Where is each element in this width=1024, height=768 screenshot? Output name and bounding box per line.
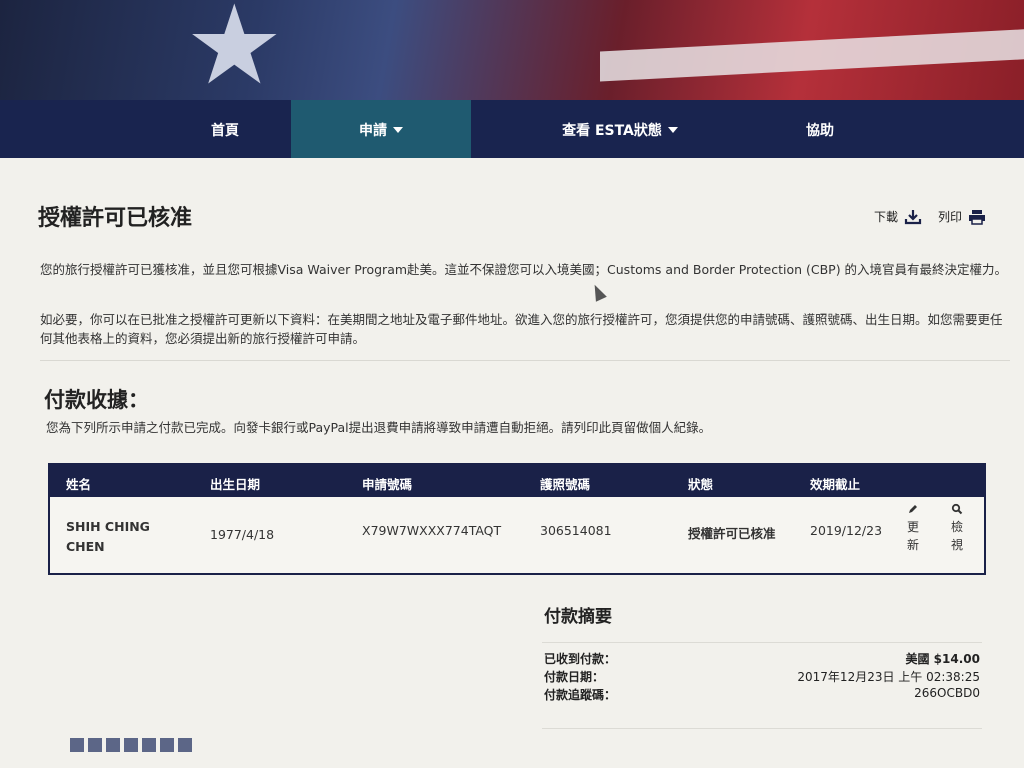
header-passport: 護照號碼 [540,477,591,492]
header-name: 姓名 [66,477,92,492]
nav-help-label: 協助 [806,123,834,139]
logo-dot [88,738,102,752]
download-icon [904,209,922,224]
logo-dot [70,738,84,752]
magnifier-icon [951,503,963,515]
view-button[interactable]: 檢視 [948,503,966,554]
mouse-cursor-icon [589,282,607,302]
view-label: 檢視 [950,520,963,552]
received-value: 美國 $14.00 [905,652,981,666]
toolbar: 下載 列印 [874,208,986,225]
pencil-icon [909,505,917,513]
logo-dot [178,738,192,752]
download-button[interactable]: 下載 [874,208,922,225]
logo-dot [106,738,120,752]
divider [40,360,1010,361]
nav-apply-label: 申請 [359,123,387,139]
tracking-value: 266OCBD0 [914,686,980,700]
nav-home[interactable]: 首頁 [160,100,290,160]
header-app-no: 申請號碼 [362,477,413,492]
dotted-logo [70,738,192,752]
approval-notice: 您的旅行授權許可已獲核准，並且您可根據Visa Waiver Program赴美… [40,262,1008,277]
cell-dob: 1977/4/18 [210,527,275,542]
page-title: 授權許可已核准 [38,206,193,231]
cell-expiry: 2019/12/23 [810,523,883,538]
chevron-down-icon [393,127,403,133]
nav-help[interactable]: 協助 [760,100,880,160]
star-decoration: ★ [185,0,284,105]
summary-bottom-divider [542,728,982,729]
download-label: 下載 [873,210,898,224]
main-nav: 首頁 申請 查看 ESTA狀態 協助 [0,100,1024,160]
receipt-title: 付款收據： [44,388,149,412]
logo-dot [142,738,156,752]
table-header: 姓名 出生日期 申請號碼 護照號碼 狀態 效期截止 [50,465,984,497]
nav-home-label: 首頁 [211,123,239,139]
cell-name: SHIH CHING CHEN [66,519,150,554]
header-expiry: 效期截止 [810,477,861,492]
page-content: 授權許可已核准 下載 列印 您的旅行授權許可已獲核准，並且您可根據Visa Wa… [0,158,1024,768]
tracking-label: 付款追蹤碼： [544,688,617,702]
print-button[interactable]: 列印 [938,208,986,225]
flag-background: ★ [0,0,1024,105]
received-label: 已收到付款： [544,652,617,666]
logo-dot [160,738,174,752]
nav-apply[interactable]: 申請 [291,100,471,160]
date-label: 付款日期： [544,670,605,684]
stripe-decoration [600,28,1024,82]
header-dob: 出生日期 [210,477,261,492]
cell-passport: 306514081 [540,523,612,538]
header-status: 狀態 [688,477,714,492]
payment-summary-title: 付款摘要 [544,607,612,627]
date-value: 2017年12月23日 上午 02:38:25 [797,670,980,684]
print-label: 列印 [937,210,962,224]
nav-check-status-label: 查看 ESTA狀態 [562,123,662,139]
chevron-down-icon [667,127,678,133]
cell-status: 授權許可已核准 [688,526,776,541]
cell-app-no: X79W7WXXX774TAQT [362,523,502,538]
summary-divider [542,642,982,643]
logo-dot [124,738,138,752]
application-table: 姓名 出生日期 申請號碼 護照號碼 狀態 效期截止 SHIH CHING CHE… [48,463,986,575]
receipt-description: 您為下列所示申請之付款已完成。向發卡銀行或PayPal提出退費申請將導致申請遭自… [46,420,712,435]
table-row: SHIH CHING CHEN 1977/4/18 X79W7WXXX774TA… [50,497,984,573]
nav-check-status[interactable]: 查看 ESTA狀態 [520,100,720,160]
update-info-notice: 如必要，你可以在已批准之授權許可更新以下資料：在美期間之地址及電子郵件地址。欲進… [40,312,1003,346]
update-button[interactable]: 更新 [904,503,922,554]
print-icon [969,209,985,225]
update-label: 更新 [906,520,919,552]
